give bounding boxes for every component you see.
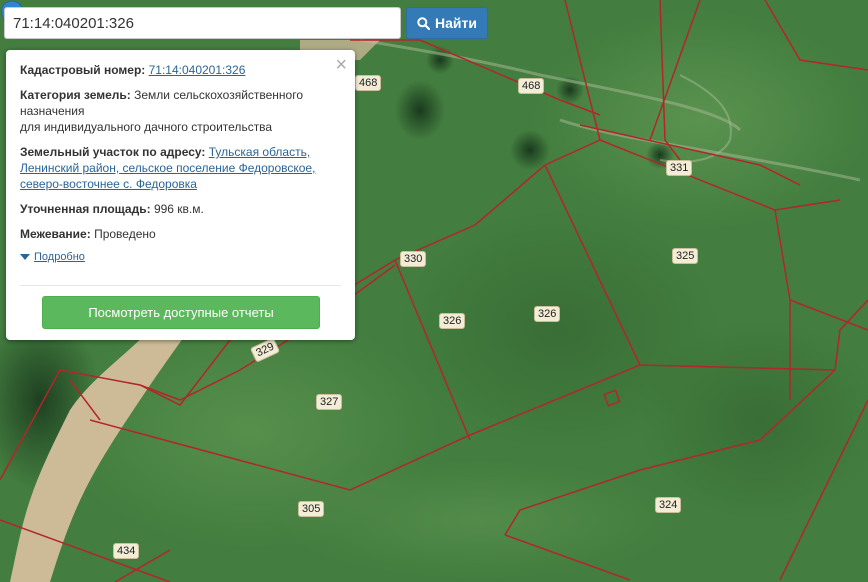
plot-label[interactable]: 305 (298, 501, 325, 517)
plot-label[interactable]: 468 (518, 78, 545, 94)
plot-label[interactable]: 330 (400, 251, 427, 267)
view-reports-button[interactable]: Посмотреть доступные отчеты (42, 296, 320, 329)
search-button[interactable]: Найти (406, 7, 488, 39)
address-label: Земельный участок по адресу: (20, 145, 206, 159)
parcel-info-popup: × Кадастровый номер: 71:14:040201:326 Ка… (6, 50, 355, 340)
cadastral-row: Кадастровый номер: 71:14:040201:326 (20, 62, 341, 78)
cadastral-label: Кадастровый номер: (20, 63, 146, 77)
area-label: Уточненная площадь: (20, 202, 151, 216)
caret-down-icon (20, 254, 30, 260)
survey-value: Проведено (94, 227, 156, 241)
search-icon (417, 16, 431, 30)
details-toggle[interactable]: Подробно (20, 251, 341, 263)
category-label: Категория земель: (20, 88, 131, 102)
close-icon[interactable]: × (335, 55, 347, 75)
survey-label: Межевание: (20, 227, 91, 241)
details-link[interactable]: Подробно (34, 251, 85, 263)
plot-label[interactable]: 326 (439, 313, 466, 329)
plot-label[interactable]: 325 (672, 248, 699, 264)
plot-label[interactable]: 468 (355, 75, 382, 91)
category-purpose: для индивидуального дачного строительств… (20, 120, 273, 134)
area-value: 996 кв.м. (153, 202, 204, 216)
survey-row: Межевание: Проведено (20, 226, 341, 242)
plot-label[interactable]: 326 (534, 306, 561, 322)
divider (20, 285, 341, 286)
search-input[interactable] (4, 7, 401, 39)
search-button-label: Найти (435, 15, 477, 31)
plot-label[interactable]: 434 (113, 543, 140, 559)
plot-label[interactable]: 331 (666, 160, 693, 176)
category-row: Категория земель: Земли сельскохозяйстве… (20, 87, 341, 135)
plot-label[interactable]: 324 (655, 497, 682, 513)
area-row: Уточненная площадь: 996 кв.м. (20, 201, 341, 217)
plot-label[interactable]: 327 (316, 394, 343, 410)
address-row: Земельный участок по адресу: Тульская об… (20, 144, 341, 192)
cadastral-number-link[interactable]: 71:14:040201:326 (149, 63, 246, 77)
